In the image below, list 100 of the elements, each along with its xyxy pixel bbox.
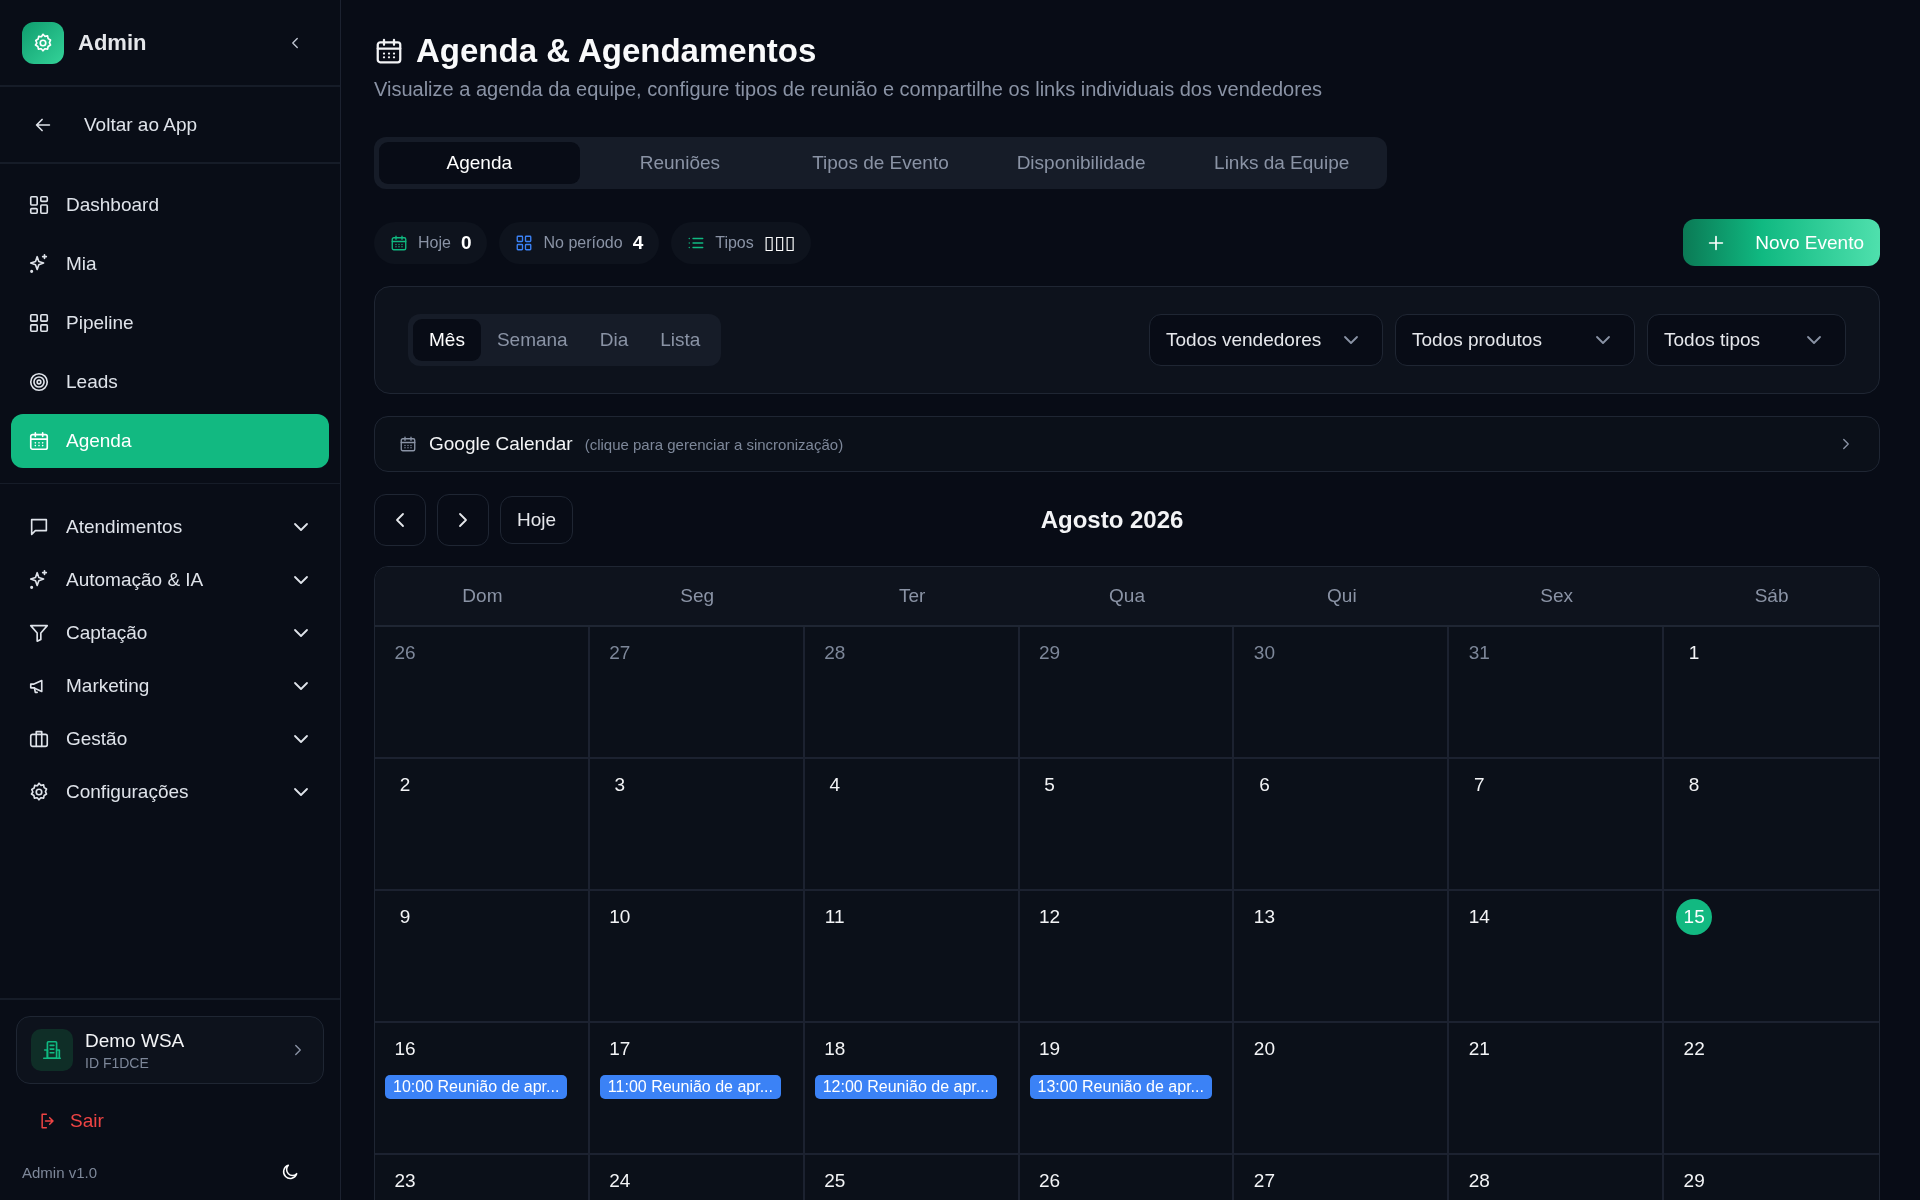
sidebar-group[interactable]: Marketing — [11, 659, 329, 712]
day-cell[interactable]: 28 — [804, 627, 1020, 759]
day-cell[interactable]: 8 — [1664, 759, 1879, 891]
day-cell[interactable]: 27 — [589, 627, 805, 759]
sidebar-item[interactable]: Dashboard — [11, 178, 329, 232]
day-number: 18 — [823, 1037, 847, 1061]
day-number: 4 — [828, 773, 841, 797]
day-number: 17 — [608, 1037, 632, 1061]
tab[interactable]: Disponibilidade — [980, 142, 1182, 184]
day-cell[interactable]: 20 — [1234, 1023, 1450, 1155]
day-cell[interactable]: 11 — [804, 891, 1020, 1023]
day-cell[interactable]: 29 — [1019, 627, 1235, 759]
filter-dropdown[interactable]: Todos tipos — [1647, 314, 1846, 366]
weekday-label: Dom — [461, 585, 504, 607]
sidebar-group[interactable]: Captação — [11, 606, 329, 659]
workspace-card[interactable]: Demo WSA ID F1DCE — [16, 1016, 324, 1084]
day-number: 28 — [1467, 1169, 1491, 1193]
view-mode-tab[interactable]: Semana — [480, 319, 584, 361]
day-number: 20 — [1252, 1037, 1276, 1061]
stat-value: 4 — [632, 231, 644, 254]
stat-value: 0 — [460, 231, 472, 254]
workspace-name: Demo WSA — [85, 1029, 186, 1052]
grid-icon — [515, 233, 534, 252]
sidebar-group[interactable]: Gestão — [11, 712, 329, 765]
day-cell[interactable]: 19 13:00 Reunião de apr... — [1019, 1023, 1235, 1155]
moon-icon[interactable] — [280, 1162, 300, 1182]
target-icon — [28, 371, 50, 393]
weekday-label: Qua — [1108, 585, 1146, 607]
day-cell[interactable]: 24 — [589, 1155, 805, 1200]
sidebar-group[interactable]: Configurações — [11, 765, 329, 818]
day-cell[interactable]: 16 10:00 Reunião de apr... — [375, 1023, 590, 1155]
day-cell[interactable]: 27 — [1234, 1155, 1450, 1200]
day-cell[interactable]: 17 11:00 Reunião de apr... — [589, 1023, 805, 1155]
day-cell[interactable]: 4 — [804, 759, 1020, 891]
filter-dropdown[interactable]: Todos vendedores — [1149, 314, 1383, 366]
day-cell[interactable]: 5 — [1019, 759, 1235, 891]
event-chip[interactable]: 12:00 Reunião de apr... — [814, 1075, 998, 1099]
day-cell[interactable]: 28 — [1449, 1155, 1665, 1200]
settings-icon — [28, 780, 50, 803]
calendar-icon — [28, 430, 50, 452]
day-cell[interactable]: 25 — [804, 1155, 1020, 1200]
day-cell[interactable]: 1 — [1664, 627, 1879, 759]
tab[interactable]: Reuniões — [579, 142, 781, 184]
chevron-icon — [1596, 336, 1610, 344]
today-button[interactable]: Hoje — [500, 496, 574, 544]
day-number: 24 — [608, 1169, 632, 1193]
day-cell[interactable]: 21 — [1449, 1023, 1665, 1155]
day-cell[interactable]: 26 — [375, 627, 590, 759]
day-cell[interactable]: 10 — [589, 891, 805, 1023]
day-cell[interactable]: 26 — [1019, 1155, 1235, 1200]
filter-dropdown[interactable]: Todos produtos — [1395, 314, 1635, 366]
event-chip[interactable]: 13:00 Reunião de apr... — [1029, 1075, 1212, 1099]
tab[interactable]: Tipos de Evento — [780, 142, 981, 184]
stat-label: No período — [543, 233, 623, 252]
back-link[interactable]: Voltar ao App — [32, 113, 198, 136]
sidebar-item[interactable]: Leads — [11, 355, 329, 409]
view-mode-tab[interactable]: Lista — [644, 319, 717, 361]
day-cell[interactable]: 22 — [1664, 1023, 1879, 1155]
building-icon — [31, 1029, 73, 1071]
day-cell[interactable]: 12 — [1019, 891, 1235, 1023]
stat-label: Tipos — [715, 233, 754, 252]
weekday-label: Sáb — [1753, 585, 1790, 607]
day-number: 10 — [608, 905, 632, 929]
brand-name: Admin — [78, 29, 148, 56]
view-mode-tab[interactable]: Mês — [413, 319, 481, 361]
day-cell[interactable]: 14 — [1449, 891, 1665, 1023]
day-cell[interactable]: 2 — [375, 759, 590, 891]
sidebar-item[interactable]: Mia — [11, 237, 329, 291]
weekday-label: Qui — [1326, 585, 1358, 607]
sidebar-item[interactable]: Pipeline — [11, 296, 329, 350]
view-mode-tab[interactable]: Dia — [583, 319, 645, 361]
calendar-icon — [390, 233, 408, 252]
sidebar-group[interactable]: Atendimentos — [11, 500, 329, 553]
day-number: 22 — [1682, 1037, 1706, 1061]
day-cell[interactable]: 7 — [1449, 759, 1665, 891]
day-cell[interactable]: 23 — [375, 1155, 590, 1200]
day-number: 23 — [393, 1169, 417, 1193]
calendar-sync-bar[interactable]: Google Calendar (clique para gerenciar a sincronização) — [374, 416, 1880, 472]
day-number: 14 — [1467, 905, 1491, 929]
logo-icon — [22, 21, 64, 64]
day-cell[interactable]: 6 — [1234, 759, 1450, 891]
event-chip[interactable]: 10:00 Reunião de apr... — [385, 1075, 568, 1099]
sidebar-group[interactable]: Automação & IA — [11, 553, 329, 606]
calendar-icon — [399, 435, 417, 453]
day-number: 15 — [1676, 899, 1713, 935]
day-cell[interactable]: 31 — [1449, 627, 1665, 759]
event-chip[interactable]: 11:00 Reunião de apr... — [599, 1075, 781, 1099]
weekday-label: Seg — [679, 585, 716, 607]
day-cell[interactable]: 13 — [1234, 891, 1450, 1023]
day-cell[interactable]: 29 — [1664, 1155, 1879, 1200]
logout-link[interactable]: Sair — [16, 1084, 324, 1152]
tab[interactable]: Agenda — [379, 142, 580, 184]
tab[interactable]: Links da Equipe — [1181, 142, 1382, 184]
month-title: Agosto 2026 — [1039, 506, 1185, 534]
day-cell[interactable]: 3 — [589, 759, 805, 891]
day-number: 27 — [1252, 1169, 1276, 1193]
day-cell[interactable]: 9 — [375, 891, 590, 1023]
day-cell[interactable]: 18 12:00 Reunião de apr... — [804, 1023, 1020, 1155]
page-subtitle: Visualize a agenda da equipe, configure tipos de reunião e compartilhe os links individuais dos vendedores — [374, 78, 1324, 101]
day-cell[interactable]: 30 — [1234, 627, 1450, 759]
